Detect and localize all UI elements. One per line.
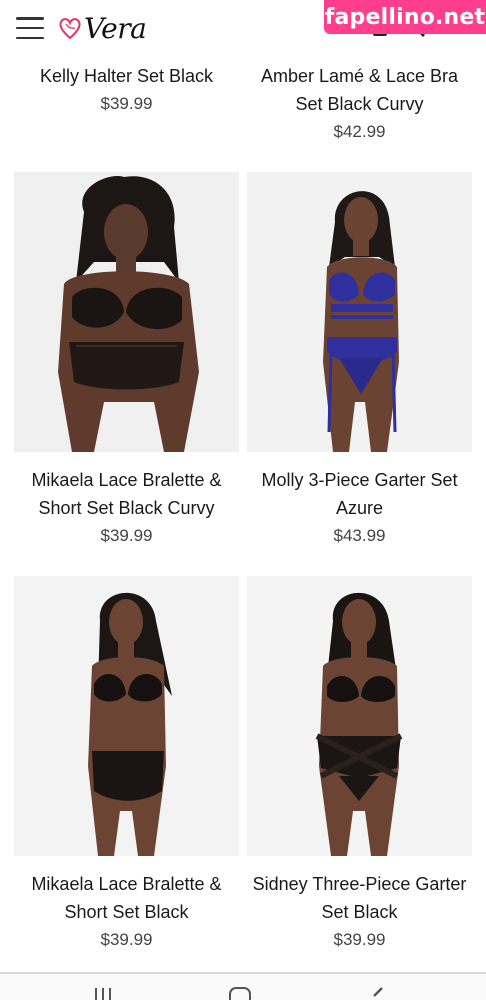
product-card[interactable]: Sidney Three-Piece Garter Set Black $39.… (247, 576, 472, 953)
back-icon[interactable] (368, 986, 386, 1000)
system-nav-bar (0, 972, 486, 1000)
product-price: $39.99 (333, 930, 386, 949)
hamburger-icon[interactable] (16, 17, 44, 39)
product-price: $39.99 (100, 526, 153, 545)
product-price: $39.99 (100, 930, 153, 949)
product-card[interactable]: Mikaela Lace Bralette & Short Set Black … (14, 576, 239, 953)
product-image[interactable] (247, 172, 472, 452)
product-card[interactable]: Kelly Halter Set Black $39.99 (14, 62, 239, 117)
product-name[interactable]: Mikaela Lace Bralette & Short Set Black (14, 870, 239, 926)
product-name[interactable]: Sidney Three-Piece Garter Set Black (247, 870, 472, 926)
product-name[interactable]: Amber Lamé & Lace Bra Set Black Curvy (247, 62, 472, 118)
product-card[interactable]: Mikaela Lace Bralette & Short Set Black … (14, 172, 239, 549)
brand-logo[interactable]: Vera (58, 10, 147, 46)
heart-logo-icon (59, 18, 81, 40)
product-image[interactable] (14, 576, 239, 856)
product-name[interactable]: Molly 3-Piece Garter Set Azure (247, 466, 472, 522)
home-icon[interactable] (228, 986, 252, 1000)
product-image[interactable] (247, 576, 472, 856)
product-price: $42.99 (333, 122, 386, 141)
product-card[interactable]: Amber Lamé & Lace Bra Set Black Curvy $4… (247, 62, 472, 145)
product-image[interactable] (14, 172, 239, 452)
product-price: $43.99 (333, 526, 386, 545)
product-name[interactable]: Mikaela Lace Bralette & Short Set Black … (14, 466, 239, 522)
product-price: $39.99 (100, 94, 153, 113)
product-name[interactable]: Kelly Halter Set Black (14, 62, 239, 90)
product-card[interactable]: Molly 3-Piece Garter Set Azure $43.99 (247, 172, 472, 549)
recent-apps-icon[interactable] (92, 986, 114, 1000)
brand-logo-text: Vera (84, 11, 147, 45)
watermark-badge: fapellino.net (324, 0, 486, 34)
